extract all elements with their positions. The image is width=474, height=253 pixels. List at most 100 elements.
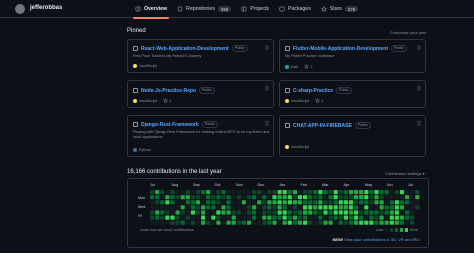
contribution-day[interactable]	[399, 220, 405, 225]
contribution-day[interactable]	[246, 220, 252, 225]
contribution-day[interactable]	[211, 200, 216, 205]
contribution-day[interactable]	[180, 205, 185, 210]
contribution-day[interactable]	[308, 200, 313, 205]
contribution-day[interactable]	[195, 210, 201, 215]
contribution-day[interactable]	[150, 220, 155, 225]
contribution-day[interactable]	[206, 210, 211, 215]
contribution-day[interactable]	[175, 220, 180, 225]
contribution-day[interactable]	[201, 215, 206, 220]
contribution-day[interactable]	[405, 215, 410, 220]
contribution-day[interactable]	[211, 190, 216, 195]
contribution-day[interactable]	[190, 210, 195, 215]
contribution-day[interactable]	[241, 195, 246, 200]
contribution-day[interactable]	[308, 190, 313, 195]
contribution-day[interactable]	[323, 205, 328, 210]
contribution-day[interactable]	[389, 200, 394, 205]
drag-handle-icon[interactable]	[265, 121, 269, 126]
contribution-day[interactable]	[252, 195, 257, 200]
contribution-day[interactable]	[399, 195, 405, 200]
contribution-day[interactable]	[313, 215, 318, 220]
contribution-day[interactable]	[206, 220, 211, 225]
contribution-day[interactable]	[226, 215, 231, 220]
contribution-day[interactable]	[282, 215, 287, 220]
contribution-day[interactable]	[354, 195, 359, 200]
contribution-day[interactable]	[333, 220, 338, 225]
contribution-day[interactable]	[226, 220, 231, 225]
contribution-day[interactable]	[252, 205, 257, 210]
drag-handle-icon[interactable]	[265, 86, 269, 91]
contribution-day[interactable]	[287, 195, 292, 200]
contribution-day[interactable]	[389, 190, 394, 195]
contribution-day[interactable]	[277, 215, 282, 220]
contribution-day[interactable]	[170, 215, 175, 220]
contribution-day[interactable]	[272, 190, 277, 195]
contribution-day[interactable]	[195, 200, 201, 205]
drag-handle-icon[interactable]	[265, 45, 269, 50]
contribution-day[interactable]	[155, 210, 160, 215]
contribution-day[interactable]	[374, 190, 379, 195]
contribution-day[interactable]	[160, 220, 165, 225]
contribution-day[interactable]	[359, 220, 364, 225]
contribution-day[interactable]	[175, 215, 180, 220]
contribution-day[interactable]	[348, 205, 354, 210]
contribution-day[interactable]	[165, 195, 170, 200]
contribution-day[interactable]	[364, 220, 369, 225]
contribution-day[interactable]	[328, 215, 333, 220]
contribution-day[interactable]	[257, 195, 262, 200]
contribution-day[interactable]	[241, 190, 246, 195]
contribution-day[interactable]	[394, 205, 399, 210]
contribution-day[interactable]	[267, 190, 272, 195]
contribution-day[interactable]	[369, 205, 374, 210]
contribution-day[interactable]	[185, 190, 190, 195]
contribution-day[interactable]	[292, 215, 297, 220]
contribution-day[interactable]	[359, 215, 364, 220]
contribution-day[interactable]	[231, 210, 236, 215]
contribution-day[interactable]	[323, 220, 328, 225]
view-3d-contributions-link[interactable]: View your contributions in 3D, VR and IR…	[344, 237, 420, 242]
contribution-day[interactable]	[211, 220, 216, 225]
contribution-day[interactable]	[328, 190, 333, 195]
stargazers-link[interactable]: 1	[162, 98, 171, 103]
contribution-day[interactable]	[287, 200, 292, 205]
contribution-day[interactable]	[231, 220, 236, 225]
contribution-day[interactable]	[333, 210, 338, 215]
contribution-day[interactable]	[170, 205, 175, 210]
contribution-day[interactable]	[374, 205, 379, 210]
contribution-day[interactable]	[221, 215, 226, 220]
contribution-day[interactable]	[328, 195, 333, 200]
contribution-day[interactable]	[389, 220, 394, 225]
contribution-day[interactable]	[170, 220, 175, 225]
contribution-day[interactable]	[338, 205, 343, 210]
contribution-day[interactable]	[160, 215, 165, 220]
contribution-day[interactable]	[359, 190, 364, 195]
contribution-day[interactable]	[415, 195, 420, 200]
contribution-day[interactable]	[257, 210, 262, 215]
contribution-day[interactable]	[277, 205, 282, 210]
contribution-day[interactable]	[348, 200, 354, 205]
contribution-day[interactable]	[257, 220, 262, 225]
contribution-day[interactable]	[338, 195, 343, 200]
contribution-day[interactable]	[384, 195, 389, 200]
contribution-day[interactable]	[155, 195, 160, 200]
contribution-day[interactable]	[313, 195, 318, 200]
contribution-day[interactable]	[262, 200, 267, 205]
repo-name-link[interactable]: Django-Rest-Framework	[141, 122, 199, 128]
contribution-day[interactable]	[405, 195, 410, 200]
contribution-day[interactable]	[262, 210, 267, 215]
contribution-day[interactable]	[364, 200, 369, 205]
contribution-day[interactable]	[343, 215, 348, 220]
contribution-day[interactable]	[333, 190, 338, 195]
contribution-day[interactable]	[343, 200, 348, 205]
tab-stars[interactable]: Stars 279	[316, 0, 363, 18]
how-we-count-link[interactable]: Learn how we count contributions	[140, 228, 194, 232]
contribution-day[interactable]	[343, 205, 348, 210]
contribution-day[interactable]	[201, 220, 206, 225]
contribution-day[interactable]	[405, 200, 410, 205]
contribution-day[interactable]	[318, 210, 323, 215]
contribution-day[interactable]	[394, 215, 399, 220]
contribution-day[interactable]	[379, 220, 384, 225]
contribution-day[interactable]	[374, 195, 379, 200]
contribution-day[interactable]	[180, 220, 185, 225]
contribution-day[interactable]	[384, 190, 389, 195]
contribution-day[interactable]	[282, 210, 287, 215]
